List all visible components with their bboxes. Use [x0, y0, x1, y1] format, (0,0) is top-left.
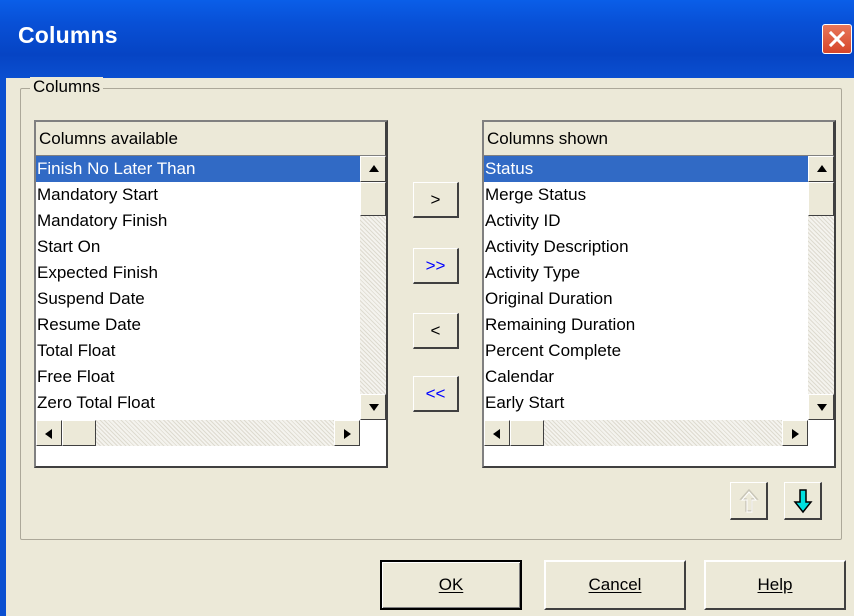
list-item[interactable]: Calendar — [484, 364, 808, 390]
shown-items: Status Merge Status Activity ID Activity De… — [484, 156, 808, 420]
scroll-thumb[interactable] — [808, 182, 834, 216]
list-item[interactable]: Suspend Date — [36, 286, 360, 312]
window-title: Columns — [18, 22, 118, 48]
scroll-corner — [360, 420, 386, 446]
list-item[interactable]: Percent Complete — [484, 338, 808, 364]
list-item[interactable]: Finish No Later Than — [36, 156, 360, 182]
list-item[interactable]: Free Float — [36, 364, 360, 390]
help-button[interactable]: Help — [704, 560, 846, 610]
list-item[interactable]: Start On — [36, 234, 360, 260]
add-column-button[interactable]: > — [413, 182, 459, 218]
list-item[interactable]: Original Duration — [484, 286, 808, 312]
list-item[interactable]: Activity Description — [484, 234, 808, 260]
arrow-right-small-icon — [792, 429, 799, 439]
list-item[interactable]: Early Start — [484, 390, 808, 416]
arrow-left-small-icon — [493, 429, 500, 439]
cancel-label: Cancel — [588, 575, 642, 594]
list-item[interactable]: Expected Finish — [36, 260, 360, 286]
close-button[interactable] — [822, 24, 852, 54]
scroll-down-button[interactable] — [808, 394, 834, 420]
arrow-up-icon — [739, 488, 759, 513]
arrow-up-small-icon — [369, 165, 379, 172]
move-down-button[interactable] — [784, 482, 822, 520]
remove-all-columns-button[interactable]: << — [413, 376, 459, 412]
list-item[interactable]: Total Float — [36, 338, 360, 364]
scroll-corner — [808, 420, 834, 446]
help-label: Help — [757, 575, 793, 594]
scroll-right-button[interactable] — [334, 420, 360, 446]
list-item[interactable]: Mandatory Finish — [36, 208, 360, 234]
scroll-left-button[interactable] — [484, 420, 510, 446]
available-columns-list[interactable]: Columns available Finish No Later Than Ma… — [34, 120, 388, 468]
available-items: Finish No Later Than Mandatory Start Manda… — [36, 156, 360, 420]
window-border — [0, 78, 6, 616]
shown-columns-header[interactable]: Columns shown — [484, 122, 834, 156]
scroll-right-button[interactable] — [782, 420, 808, 446]
list-item[interactable]: Activity ID — [484, 208, 808, 234]
ok-label: OK — [438, 575, 464, 594]
remove-column-button[interactable]: < — [413, 313, 459, 349]
scroll-left-button[interactable] — [36, 420, 62, 446]
close-icon — [829, 31, 845, 47]
list-item[interactable]: Remaining Duration — [484, 312, 808, 338]
scroll-thumb[interactable] — [360, 182, 386, 216]
shown-vertical-scrollbar[interactable] — [808, 156, 834, 420]
available-horizontal-scrollbar[interactable] — [36, 420, 360, 446]
group-label: Columns — [30, 77, 104, 97]
arrow-up-small-icon — [817, 165, 827, 172]
arrow-down-icon — [793, 489, 813, 514]
arrow-down-small-icon — [369, 404, 379, 411]
list-item[interactable]: Mandatory Start — [36, 182, 360, 208]
move-up-button[interactable] — [730, 482, 768, 520]
list-item[interactable]: Activity Type — [484, 260, 808, 286]
horizontal-scroll-thumb[interactable] — [62, 420, 96, 446]
title-bar: Columns — [0, 0, 854, 78]
list-item[interactable]: Zero Total Float — [36, 390, 360, 416]
list-item[interactable]: Status — [484, 156, 808, 182]
scroll-down-button[interactable] — [360, 394, 386, 420]
available-columns-header[interactable]: Columns available — [36, 122, 386, 156]
scroll-up-button[interactable] — [360, 156, 386, 182]
scroll-up-button[interactable] — [808, 156, 834, 182]
arrow-down-small-icon — [817, 404, 827, 411]
list-item[interactable]: Resume Date — [36, 312, 360, 338]
cancel-button[interactable]: Cancel — [544, 560, 686, 610]
list-item[interactable]: Merge Status — [484, 182, 808, 208]
ok-button[interactable]: OK — [380, 560, 522, 610]
shown-columns-list[interactable]: Columns shown Status Merge Status Activity… — [482, 120, 836, 468]
shown-horizontal-scrollbar[interactable] — [484, 420, 808, 446]
add-all-columns-button[interactable]: >> — [413, 248, 459, 284]
horizontal-scroll-thumb[interactable] — [510, 420, 544, 446]
available-vertical-scrollbar[interactable] — [360, 156, 386, 420]
arrow-left-small-icon — [45, 429, 52, 439]
arrow-right-small-icon — [344, 429, 351, 439]
